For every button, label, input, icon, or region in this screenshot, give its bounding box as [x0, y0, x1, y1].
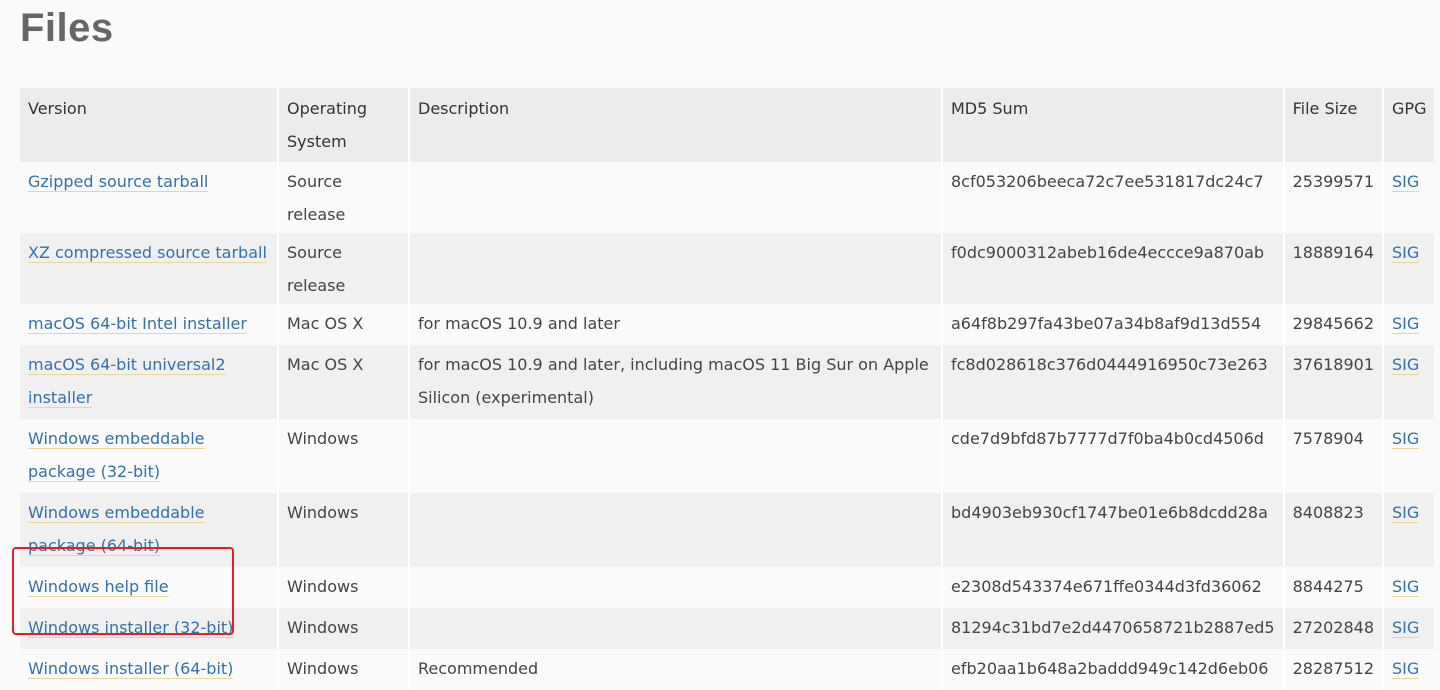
os-cell: Mac OS X — [278, 304, 410, 345]
version-cell: Windows help file — [20, 567, 279, 608]
table-row: Gzipped source tarball Source release 8c… — [20, 162, 1435, 233]
version-cell: XZ compressed source tarball — [20, 233, 279, 304]
os-cell: Windows — [278, 419, 410, 493]
table-row: macOS 64-bit universal2 installer Mac OS… — [20, 345, 1435, 419]
md5-cell: cde7d9bfd87b7777d7f0ba4b0cd4506d — [942, 419, 1285, 493]
version-cell: macOS 64-bit Intel installer — [20, 304, 279, 345]
md5-cell: bd4903eb930cf1747be01e6b8dcdd28a — [942, 493, 1285, 567]
table-header: Version Operating System Description MD5 … — [20, 88, 1435, 162]
version-cell: Windows embeddable package (64-bit) — [20, 493, 279, 567]
header-version: Version — [20, 88, 279, 162]
sig-link[interactable]: SIG — [1392, 243, 1420, 263]
header-md5-sum: MD5 Sum — [942, 88, 1285, 162]
file-size-cell: 8408823 — [1283, 493, 1385, 567]
table-row: macOS 64-bit Intel installer Mac OS X fo… — [20, 304, 1435, 345]
sig-link[interactable]: SIG — [1392, 503, 1420, 523]
file-size-cell: 25399571 — [1283, 162, 1385, 233]
header-gpg: GPG — [1383, 88, 1435, 162]
gpg-cell: SIG — [1383, 233, 1435, 304]
gpg-cell: SIG — [1383, 419, 1435, 493]
sig-link[interactable]: SIG — [1392, 172, 1420, 192]
sig-link[interactable]: SIG — [1392, 314, 1420, 334]
header-os-line1: Operating — [287, 99, 367, 118]
os-cell: Windows — [278, 567, 410, 608]
sig-link[interactable]: SIG — [1392, 429, 1420, 449]
download-link-windows-installer-32[interactable]: Windows installer (32-bit) — [28, 618, 234, 638]
version-cell: Windows embeddable package (32-bit) — [20, 419, 279, 493]
md5-cell: efb20aa1b648a2baddd949c142d6eb06 — [942, 649, 1285, 690]
description-cell — [409, 567, 943, 608]
gpg-cell: SIG — [1383, 493, 1435, 567]
md5-cell: fc8d028618c376d0444916950c73e263 — [942, 345, 1285, 419]
gpg-cell: SIG — [1383, 649, 1435, 690]
download-link-windows-embeddable-32[interactable]: Windows embeddable package (32-bit) — [28, 429, 205, 482]
md5-cell: a64f8b297fa43be07a34b8af9d13d554 — [942, 304, 1285, 345]
description-cell — [409, 233, 943, 304]
file-size-cell: 27202848 — [1283, 608, 1385, 649]
sig-link[interactable]: SIG — [1392, 659, 1420, 679]
table-row: XZ compressed source tarball Source rele… — [20, 233, 1435, 304]
table-row: Windows embeddable package (32-bit) Wind… — [20, 419, 1435, 493]
version-cell: Windows installer (32-bit) — [20, 608, 279, 649]
file-size-cell: 37618901 — [1283, 345, 1385, 419]
download-link-xz-source[interactable]: XZ compressed source tarball — [28, 243, 267, 263]
file-size-cell: 28287512 — [1283, 649, 1385, 690]
gpg-cell: SIG — [1383, 608, 1435, 649]
description-cell: for macOS 10.9 and later — [409, 304, 943, 345]
download-link-macos-universal2[interactable]: macOS 64-bit universal2 installer — [28, 355, 226, 408]
download-link-windows-installer-64[interactable]: Windows installer (64-bit) — [28, 659, 234, 679]
download-link-macos-intel[interactable]: macOS 64-bit Intel installer — [28, 314, 247, 334]
os-cell: Windows — [278, 649, 410, 690]
sig-link[interactable]: SIG — [1392, 577, 1420, 597]
os-cell: Windows — [278, 608, 410, 649]
version-cell: Gzipped source tarball — [20, 162, 279, 233]
file-size-cell: 29845662 — [1283, 304, 1385, 345]
file-size-cell: 7578904 — [1283, 419, 1385, 493]
description-cell — [409, 419, 943, 493]
gpg-cell: SIG — [1383, 345, 1435, 419]
page-title: Files — [20, 6, 114, 50]
header-row: Version Operating System Description MD5 … — [20, 88, 1435, 162]
table-row: Windows installer (32-bit) Windows 81294… — [20, 608, 1435, 649]
os-cell: Source release — [278, 162, 410, 233]
gpg-cell: SIG — [1383, 567, 1435, 608]
header-file-size: File Size — [1283, 88, 1385, 162]
table-body: Gzipped source tarball Source release 8c… — [20, 162, 1435, 690]
version-cell: macOS 64-bit universal2 installer — [20, 345, 279, 419]
description-cell: for macOS 10.9 and later, including macO… — [409, 345, 943, 419]
description-cell — [409, 493, 943, 567]
md5-cell: 8cf053206beeca72c7ee531817dc24c7 — [942, 162, 1285, 233]
description-cell — [409, 608, 943, 649]
file-size-cell: 18889164 — [1283, 233, 1385, 304]
download-link-windows-embeddable-64[interactable]: Windows embeddable package (64-bit) — [28, 503, 205, 556]
description-cell — [409, 162, 943, 233]
file-size-cell: 8844275 — [1283, 567, 1385, 608]
sig-link[interactable]: SIG — [1392, 355, 1420, 375]
version-cell: Windows installer (64-bit) — [20, 649, 279, 690]
gpg-cell: SIG — [1383, 162, 1435, 233]
os-cell: Mac OS X — [278, 345, 410, 419]
table-row: Windows help file Windows e2308d543374e6… — [20, 567, 1435, 608]
os-cell: Source release — [278, 233, 410, 304]
description-cell: Recommended — [409, 649, 943, 690]
sig-link[interactable]: SIG — [1392, 618, 1420, 638]
download-link-windows-help-file[interactable]: Windows help file — [28, 577, 169, 597]
md5-cell: e2308d543374e671ffe0344d3fd36062 — [942, 567, 1285, 608]
header-os-line2: System — [287, 132, 347, 151]
os-cell: Windows — [278, 493, 410, 567]
table-row: Windows embeddable package (64-bit) Wind… — [20, 493, 1435, 567]
header-operating-system: Operating System — [278, 88, 410, 162]
md5-cell: f0dc9000312abeb16de4eccce9a870ab — [942, 233, 1285, 304]
header-description: Description — [409, 88, 943, 162]
table-row: Windows installer (64-bit) Windows Recom… — [20, 649, 1435, 690]
md5-cell: 81294c31bd7e2d4470658721b2887ed5 — [942, 608, 1285, 649]
files-table: Version Operating System Description MD5 … — [20, 88, 1435, 690]
gpg-cell: SIG — [1383, 304, 1435, 345]
download-link-gzipped-source[interactable]: Gzipped source tarball — [28, 172, 209, 192]
